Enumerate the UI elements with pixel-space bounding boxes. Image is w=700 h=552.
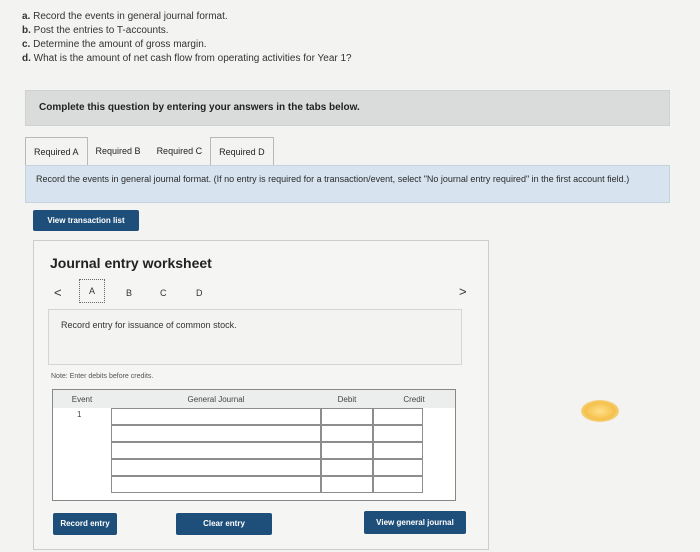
journal-table: Event General Journal Debit Credit 1 [52,389,456,501]
entry-description: Record entry for issuance of common stoc… [48,309,462,365]
credit-input[interactable] [373,408,423,425]
worksheet-title: Journal entry worksheet [50,255,212,271]
tab-required-c[interactable]: Required C [149,137,211,165]
credit-input[interactable] [373,476,423,493]
question-b: b. Post the entries to T-accounts. [22,25,169,36]
tab-required-b[interactable]: Required B [88,137,149,165]
tab-required-d[interactable]: Required D [210,137,274,165]
worksheet-tab-c[interactable]: C [160,288,167,298]
record-entry-button[interactable]: Record entry [53,513,117,535]
question-c: c. Determine the amount of gross margin. [22,39,207,50]
tab-required-a[interactable]: Required A [25,137,88,165]
worksheet-tab-d[interactable]: D [196,288,203,298]
account-input[interactable] [111,459,321,476]
credit-column-header: Credit [373,390,455,408]
entry-description-text: Record entry for issuance of common stoc… [61,320,237,330]
credit-input[interactable] [373,459,423,476]
complete-question-banner: Complete this question by entering your … [25,90,670,126]
credit-input[interactable] [373,442,423,459]
view-general-journal-button[interactable]: View general journal [364,511,466,534]
debits-note: Note: Enter debits before credits. [51,373,154,380]
worksheet-tab-b[interactable]: B [126,288,132,298]
account-input[interactable] [111,442,321,459]
instruction-text: Record the events in general journal for… [25,165,670,203]
worksheet-tab-a[interactable]: A [79,279,105,303]
account-input[interactable] [111,425,321,442]
question-a: a. Record the events in general journal … [22,11,228,22]
journal-entry-worksheet: Journal entry worksheet < A B C D > Reco… [33,240,489,550]
debit-column-header: Debit [321,390,373,408]
credit-input[interactable] [373,425,423,442]
debit-input[interactable] [321,476,373,493]
debit-input[interactable] [321,425,373,442]
cursor-highlight [581,400,619,422]
previous-arrow-icon[interactable]: < [54,285,62,300]
clear-entry-button[interactable]: Clear entry [176,513,272,535]
question-d: d. What is the amount of net cash flow f… [22,53,352,64]
next-arrow-icon[interactable]: > [459,284,467,299]
account-input[interactable] [111,476,321,493]
general-journal-column-header: General Journal [111,390,321,408]
debit-input[interactable] [321,408,373,425]
event-number: 1 [77,410,82,419]
view-transaction-list-button[interactable]: View transaction list [33,210,139,231]
event-column-header: Event [53,390,111,408]
debit-input[interactable] [321,459,373,476]
debit-input[interactable] [321,442,373,459]
question-list: a. Record the events in general journal … [22,10,352,66]
required-tabs: Required A Required B Required C Require… [25,137,274,165]
account-input[interactable] [111,408,321,425]
